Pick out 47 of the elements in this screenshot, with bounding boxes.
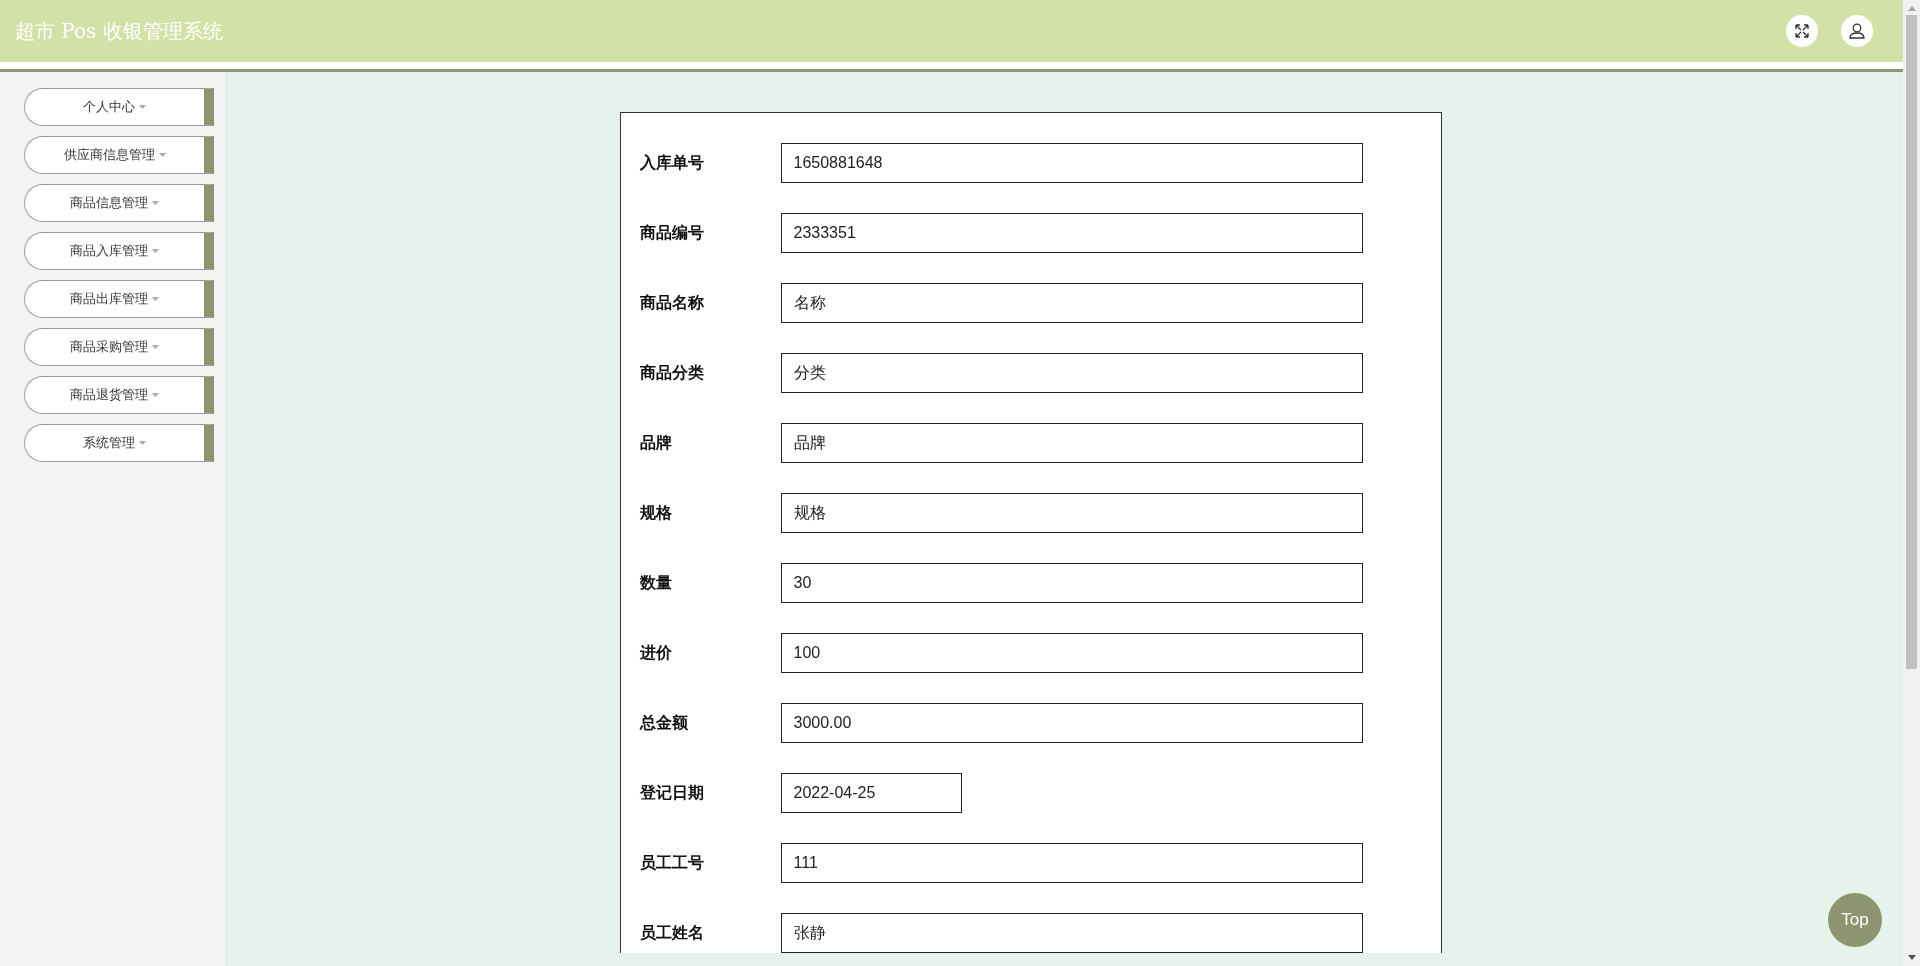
sidebar-menu-button[interactable]: 商品出库管理 [24, 280, 214, 318]
caret-icon [139, 105, 146, 109]
caret-icon [152, 393, 159, 397]
caret-icon [158, 153, 166, 157]
sidebar-menu-button[interactable]: 商品入库管理 [24, 232, 214, 270]
sidebar-menu-button[interactable]: 商品信息管理 [24, 184, 214, 222]
sidebar-menu-button[interactable]: 个人中心 [24, 88, 214, 126]
input-field[interactable]: 30 [780, 563, 1363, 603]
input-field[interactable]: 张静 [780, 913, 1363, 953]
sidebar-menu-button[interactable]: 供应商信息管理 [24, 136, 214, 174]
user-icon[interactable] [1841, 15, 1873, 47]
scroll-down-icon [1907, 955, 1916, 960]
field-label: 商品分类 [639, 363, 705, 383]
caret-icon [152, 345, 159, 349]
input-field[interactable]: 名称 [780, 283, 1363, 323]
date-field[interactable]: 2022-04-25 [780, 773, 962, 813]
scrollbar[interactable] [1903, 0, 1920, 966]
scrollbar-thumb[interactable] [1906, 15, 1917, 669]
field-label: 商品名称 [639, 293, 705, 313]
field-label: 入库单号 [639, 153, 705, 173]
input-field[interactable]: 分类 [780, 353, 1363, 393]
field-label: 总金额 [639, 713, 689, 733]
field-label: 商品编号 [639, 223, 705, 243]
fullscreen-icon[interactable] [1786, 15, 1818, 47]
caret-icon [152, 201, 159, 205]
sidebar-menu-button[interactable]: 系统管理 [24, 424, 214, 462]
caret-icon [139, 441, 146, 445]
field-label: 进价 [639, 643, 673, 663]
input-field[interactable]: 1650881648 [780, 143, 1363, 183]
input-field[interactable]: 111 [780, 843, 1363, 883]
field-label: 品牌 [639, 433, 673, 453]
caret-icon [152, 249, 159, 253]
input-field[interactable]: 100 [780, 633, 1363, 673]
input-field[interactable]: 3000.00 [780, 703, 1363, 743]
input-field[interactable]: 规格 [780, 493, 1363, 533]
field-label: 数量 [639, 573, 673, 593]
scroll-up-icon [1907, 6, 1916, 11]
sidebar-menu-button[interactable]: 商品退货管理 [24, 376, 214, 414]
field-label: 登记日期 [639, 783, 705, 803]
field-label: 规格 [639, 503, 673, 523]
input-field[interactable]: 2333351 [780, 213, 1363, 253]
field-label: 员工工号 [639, 853, 705, 873]
input-field[interactable]: 品牌 [780, 423, 1363, 463]
caret-icon [152, 297, 159, 301]
sidebar-menu-button[interactable]: 商品采购管理 [24, 328, 214, 366]
app-title: 超市 Pos 收银管理系统 [15, 18, 223, 45]
field-label: 员工姓名 [639, 923, 705, 943]
